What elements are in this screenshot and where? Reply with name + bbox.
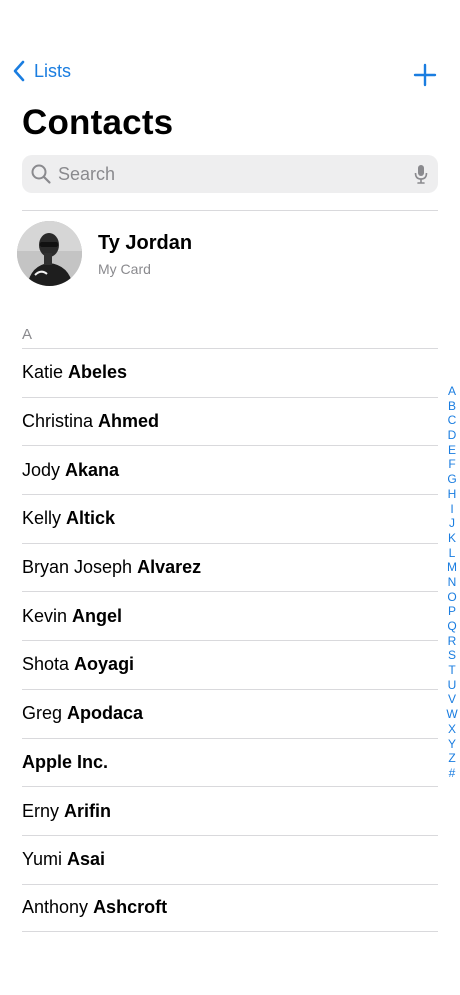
contact-last-name: Ashcroft bbox=[93, 897, 168, 918]
avatar bbox=[17, 221, 82, 286]
contact-first-name: Greg bbox=[22, 703, 63, 724]
page-title: Contacts bbox=[22, 103, 174, 142]
list-item[interactable]: Erny Arifin bbox=[22, 786, 438, 835]
index-letter[interactable]: E bbox=[444, 443, 460, 458]
contact-last-name: Apple Inc. bbox=[22, 751, 109, 772]
search-input[interactable] bbox=[56, 162, 400, 186]
index-letter[interactable]: N bbox=[444, 575, 460, 590]
index-letter[interactable]: K bbox=[444, 531, 460, 546]
divider bbox=[22, 210, 438, 211]
contact-first-name: Christina bbox=[22, 411, 94, 432]
contact-first-name: Katie bbox=[22, 362, 64, 383]
index-letter[interactable]: A bbox=[444, 384, 460, 399]
list-item[interactable]: Kevin Angel bbox=[22, 591, 438, 640]
list-item[interactable]: Katie Abeles bbox=[22, 348, 438, 397]
my-card-name: Ty Jordan bbox=[98, 232, 193, 254]
list-item[interactable]: Yumi Asai bbox=[22, 834, 438, 884]
contact-last-name: Abeles bbox=[68, 362, 128, 383]
index-letter[interactable]: F bbox=[444, 457, 460, 472]
contact-last-name: Aoyagi bbox=[74, 654, 135, 675]
list-item[interactable]: Christina Ahmed bbox=[22, 396, 438, 446]
index-letter[interactable]: H bbox=[444, 487, 460, 502]
list-item[interactable]: Kelly Altick bbox=[22, 494, 438, 543]
index-letter[interactable]: P bbox=[444, 604, 460, 619]
index-letter[interactable]: U bbox=[444, 678, 460, 693]
list-item[interactable]: Jody Akana bbox=[22, 445, 438, 494]
contact-first-name: Yumi bbox=[22, 849, 63, 870]
section-index[interactable]: A B C D E F G H I J K L M N O P Q R S T U V W X Y Z # bbox=[444, 384, 460, 781]
index-letter[interactable]: L bbox=[444, 546, 460, 561]
contact-last-name: Angel bbox=[72, 605, 123, 626]
index-letter[interactable]: W bbox=[444, 707, 460, 722]
contact-last-name: Akana bbox=[65, 459, 120, 480]
contact-first-name: Shota bbox=[22, 654, 70, 675]
index-letter[interactable]: X bbox=[444, 722, 460, 737]
index-letter[interactable]: Y bbox=[444, 737, 460, 752]
back-button[interactable]: Lists bbox=[12, 60, 71, 82]
contact-last-name: Asai bbox=[67, 849, 106, 870]
list-item[interactable]: Greg Apodaca bbox=[22, 688, 438, 738]
contact-first-name: Kelly bbox=[22, 508, 62, 529]
contact-first-name: Erny bbox=[22, 800, 60, 821]
my-card[interactable]: Ty Jordan My Card bbox=[17, 221, 437, 287]
index-letter[interactable]: R bbox=[444, 634, 460, 649]
contact-last-name: Alvarez bbox=[137, 557, 202, 578]
contact-first-name: Bryan Joseph bbox=[22, 557, 133, 578]
index-letter[interactable]: V bbox=[444, 692, 460, 707]
index-letter[interactable]: T bbox=[444, 663, 460, 678]
contact-last-name: Arifin bbox=[64, 800, 112, 821]
back-button-label: Lists bbox=[34, 60, 72, 81]
index-letter[interactable]: M bbox=[444, 560, 460, 575]
index-letter[interactable]: Z bbox=[444, 751, 460, 766]
avatar-photo bbox=[17, 221, 82, 286]
list-item[interactable]: Apple Inc. bbox=[22, 737, 438, 787]
contact-first-name: Kevin bbox=[22, 605, 68, 626]
my-card-subtitle: My Card bbox=[98, 261, 151, 277]
list-item[interactable]: Anthony Ashcroft bbox=[22, 883, 438, 933]
index-letter[interactable]: S bbox=[444, 648, 460, 663]
plus-icon[interactable] bbox=[412, 62, 438, 88]
contact-last-name: Ahmed bbox=[98, 411, 160, 432]
list-item[interactable]: Shota Aoyagi bbox=[22, 640, 438, 689]
index-letter[interactable]: # bbox=[444, 766, 460, 781]
index-letter[interactable]: D bbox=[444, 428, 460, 443]
list-item[interactable]: Bryan Joseph Alvarez bbox=[22, 542, 438, 592]
contact-last-name: Altick bbox=[66, 508, 116, 529]
contact-first-name: Anthony bbox=[22, 897, 89, 918]
chevron-left-icon bbox=[13, 60, 25, 82]
contact-list: Katie Abeles Christina Ahmed Jody Akana Kelly A… bbox=[22, 348, 438, 933]
index-letter[interactable]: I bbox=[444, 502, 460, 517]
index-letter[interactable]: O bbox=[444, 590, 460, 605]
navigation-bar: Lists bbox=[0, 58, 460, 92]
magnifier-icon bbox=[31, 164, 51, 184]
microphone-icon[interactable] bbox=[414, 164, 428, 184]
index-letter[interactable]: B bbox=[444, 399, 460, 414]
contact-last-name: Apodaca bbox=[67, 703, 144, 724]
index-letter[interactable]: J bbox=[444, 516, 460, 531]
section-header: A bbox=[22, 326, 33, 343]
index-letter[interactable]: C bbox=[444, 413, 460, 428]
contact-first-name: Jody bbox=[22, 459, 61, 480]
index-letter[interactable]: G bbox=[444, 472, 460, 487]
search-bar[interactable] bbox=[22, 155, 438, 193]
index-letter[interactable]: Q bbox=[444, 619, 460, 634]
